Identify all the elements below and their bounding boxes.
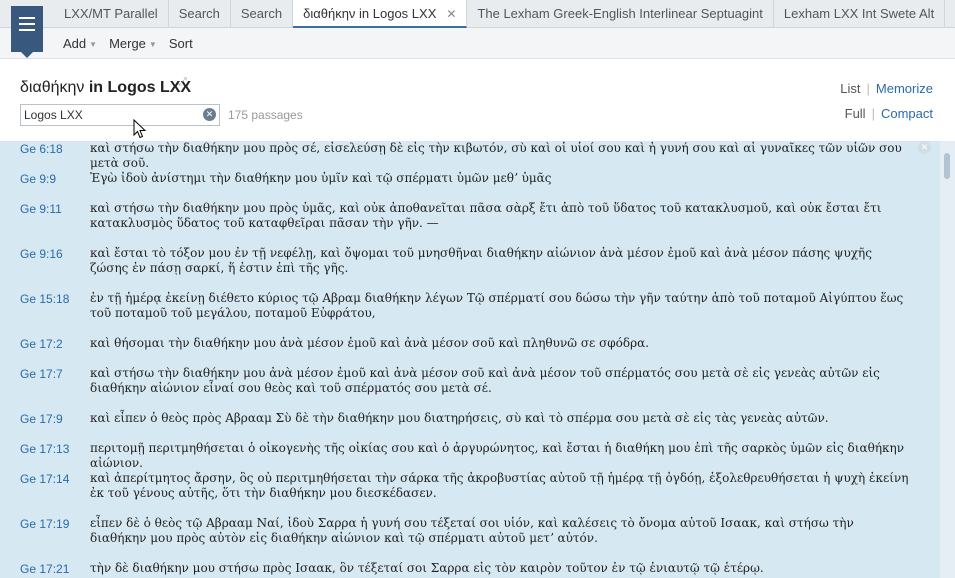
verse-text: περιτομῇ περιτμηθήσεται ὁ οἰκογενὴς τῆς … xyxy=(90,441,904,470)
tab-0[interactable]: LXX/MT Parallel xyxy=(54,0,169,28)
resource-search-box: ✕ xyxy=(20,104,220,126)
result-row: Ge 17:14 καὶ ἀπερίτμητος ἄρσην, ὃς οὐ περ… xyxy=(0,471,910,501)
tab-label: διαθήκην in Logos LXX xyxy=(303,6,437,21)
result-row: Ge 17:19 εἶπεν δὲ ὁ θεὸς τῷ Αβρααμ Ναί, ἰ… xyxy=(0,516,910,546)
verse-text: ἐν τῇ ἡμέρᾳ ἐκείνῃ διέθετο κύριος τῷ Αβρ… xyxy=(90,291,904,320)
verse-text: καὶ εἶπεν ὁ θεὸς πρὸς Αβρααμ Σὺ δὲ τὴν δ… xyxy=(90,411,829,425)
merge-label: Merge xyxy=(109,36,146,51)
panel-header: διαθήκην in Logos LXX ⤢ List | Memorize Fu… xyxy=(0,59,955,160)
new-tab-button[interactable]: + xyxy=(945,0,955,28)
verse-text: καὶ στήσω τὴν διαθήκην μου ἀνὰ μέσον ἐμο… xyxy=(90,366,880,395)
title-term: διαθήκην xyxy=(20,79,85,96)
verse-reference-link[interactable]: Ge 9:11 xyxy=(0,201,90,231)
result-row: Ge 17:7 καὶ στήσω τὴν διαθήκην μου ἀνὰ μέ… xyxy=(0,366,910,396)
verse-text: καὶ ἀπερίτμητος ἄρσην, ὃς οὐ περιτμηθήσε… xyxy=(90,471,909,500)
verse-text: καὶ ἔσται τὸ τόξον μου ἐν τῇ νεφέλῃ, καὶ… xyxy=(90,246,872,275)
verse-text: καὶ στήσω τὴν διαθήκην μου πρὸς ὑμᾶς, κα… xyxy=(90,201,882,230)
full-link[interactable]: Full xyxy=(845,106,866,121)
verse-reference-link[interactable]: Ge 9:16 xyxy=(0,246,90,276)
close-icon[interactable]: ✕ xyxy=(918,141,931,154)
divider: | xyxy=(871,106,875,121)
expand-icon[interactable]: ⤢ xyxy=(178,76,187,89)
mouse-pointer-icon xyxy=(133,119,147,139)
tab-3[interactable]: διαθήκην in Logos LXX ✕ xyxy=(293,0,468,28)
tab-4[interactable]: The Lexham Greek-English Interlinear Sep… xyxy=(467,0,774,28)
clear-icon[interactable]: ✕ xyxy=(203,108,216,121)
add-label: Add xyxy=(63,36,87,51)
tab-bar: LXX/MT Parallel Search Search διαθήκην in L… xyxy=(0,0,955,58)
verse-reference-link[interactable]: Ge 17:21 xyxy=(0,561,90,576)
tab-label: LXX/MT Parallel xyxy=(64,6,158,21)
tab-strip: LXX/MT Parallel Search Search διαθήκην in L… xyxy=(54,0,955,28)
merge-button[interactable]: Merge ▼ xyxy=(109,36,157,51)
chevron-down-icon: ▼ xyxy=(89,40,98,49)
result-row: Ge 9:9 Ἐγὼ ἰδοὺ ἀνίστημι τὴν διαθήκην μου… xyxy=(0,171,910,186)
close-icon[interactable]: ✕ xyxy=(446,7,456,21)
verse-text: Ἐγὼ ἰδοὺ ἀνίστημι τὴν διαθήκην μου ὑμῖν … xyxy=(90,171,552,185)
divider: | xyxy=(866,81,870,96)
chevron-down-icon: ▼ xyxy=(148,40,157,49)
verse-reference-link[interactable]: Ge 17:13 xyxy=(0,441,90,471)
verse-text: τὴν δὲ διαθήκην μου στήσω πρὸς Ισαακ, ὃν… xyxy=(90,561,764,575)
tab-1[interactable]: Search xyxy=(169,0,231,28)
density-links: Full | Compact xyxy=(845,106,933,121)
title-rest: in Logos LXX xyxy=(84,79,192,96)
scrollbar-thumb[interactable] xyxy=(944,153,950,179)
verse-reference-link[interactable]: Ge 9:9 xyxy=(0,171,90,186)
verse-text: εἶπεν δὲ ὁ θεὸς τῷ Αβρααμ Ναί, ἰδοὺ Σαρρ… xyxy=(90,516,854,545)
compact-link[interactable]: Compact xyxy=(881,106,933,121)
result-row: Ge 6:18 καὶ στήσω τὴν διαθήκην μου πρὸς σ… xyxy=(0,141,910,171)
memorize-link[interactable]: Memorize xyxy=(876,81,933,96)
verse-text: καὶ στήσω τὴν διαθήκην μου πρὸς σέ, εἰσε… xyxy=(90,141,902,170)
list-link[interactable]: List xyxy=(840,81,860,96)
results-list: Ge 6:18 καὶ στήσω τὴν διαθήκην μου πρὸς σ… xyxy=(0,141,955,578)
result-row: Ge 15:18 ἐν τῇ ἡμέρᾳ ἐκείνῃ διέθετο κύριο… xyxy=(0,291,910,321)
sort-button[interactable]: Sort xyxy=(169,36,193,51)
tab-2[interactable]: Search xyxy=(231,0,294,28)
verse-reference-link[interactable]: Ge 17:2 xyxy=(0,336,90,351)
passage-count: 175 passages xyxy=(228,108,303,122)
toolbar: Add ▼ Merge ▼ Sort xyxy=(0,28,955,59)
add-button[interactable]: Add ▼ xyxy=(63,36,97,51)
tab-label: Search xyxy=(240,6,283,21)
result-row: Ge 17:2 καὶ θήσομαι τὴν διαθήκην μου ἀνὰ … xyxy=(0,336,910,351)
resource-input[interactable] xyxy=(21,105,191,125)
result-row: Ge 17:21 τὴν δὲ διαθήκην μου στήσω πρὸς Ι… xyxy=(0,561,910,576)
page-title: διαθήκην in Logos LXX xyxy=(20,79,191,97)
verse-reference-link[interactable]: Ge 17:9 xyxy=(0,411,90,426)
verse-reference-link[interactable]: Ge 6:18 xyxy=(0,141,90,171)
scrollbar[interactable] xyxy=(940,141,955,578)
result-row: Ge 17:13 περιτομῇ περιτμηθήσεται ὁ οἰκογε… xyxy=(0,441,910,471)
result-row: Ge 9:16 καὶ ἔσται τὸ τόξον μου ἐν τῇ νεφέ… xyxy=(0,246,910,276)
verse-reference-link[interactable]: Ge 17:19 xyxy=(0,516,90,546)
result-row: Ge 17:9 καὶ εἶπεν ὁ θεὸς πρὸς Αβρααμ Σὺ δ… xyxy=(0,411,910,426)
view-links: List | Memorize xyxy=(840,81,933,96)
tab-5[interactable]: Lexham LXX Int Swete Alt xyxy=(774,0,946,28)
verse-reference-link[interactable]: Ge 15:18 xyxy=(0,291,90,321)
verse-reference-link[interactable]: Ge 17:14 xyxy=(0,471,90,501)
verse-reference-link[interactable]: Ge 17:7 xyxy=(0,366,90,396)
app-menu-icon[interactable] xyxy=(11,6,43,58)
tab-label: Search xyxy=(178,6,220,21)
tab-label: Lexham LXX Int Swete Alt xyxy=(783,6,935,21)
verse-text: καὶ θήσομαι τὴν διαθήκην μου ἀνὰ μέσον ἐ… xyxy=(90,336,650,350)
result-row: Ge 9:11 καὶ στήσω τὴν διαθήκην μου πρὸς ὑ… xyxy=(0,201,910,231)
tab-label: The Lexham Greek-English Interlinear Sep… xyxy=(477,6,763,21)
